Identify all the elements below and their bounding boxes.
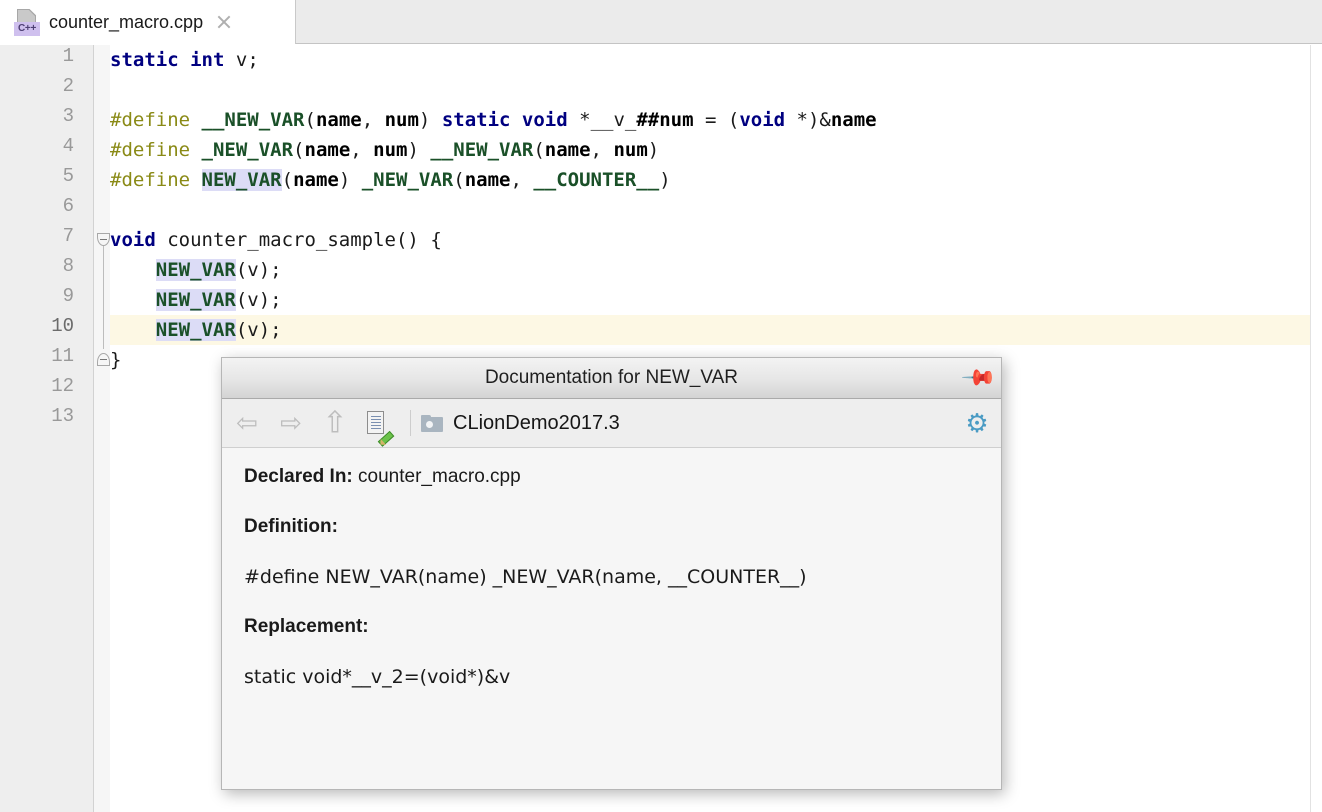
line-number: 7 bbox=[62, 225, 74, 247]
line-number: 2 bbox=[62, 75, 74, 97]
arrow-left-icon: ⇦ bbox=[236, 407, 258, 438]
code-folding-rail[interactable] bbox=[94, 45, 110, 812]
editor-tab-label: counter_macro.cpp bbox=[49, 11, 204, 32]
line-number: 5 bbox=[62, 165, 74, 187]
definition-label: Definition: bbox=[244, 516, 338, 537]
edit-source-button[interactable] bbox=[360, 404, 398, 447]
documentation-popup-title: Documentation for NEW_VAR bbox=[484, 367, 739, 388]
definition-code: #define NEW_VAR(name) _NEW_VAR(name, __C… bbox=[244, 566, 807, 588]
declared-in-row: Declared In: counter_macro.cpp bbox=[244, 464, 979, 490]
line-number-current: 10 bbox=[51, 315, 74, 337]
gear-icon[interactable]: ⚙ bbox=[961, 407, 993, 439]
toolbar-separator bbox=[410, 410, 411, 436]
editor-tab-counter-macro-cpp[interactable]: C++ counter_macro.cpp bbox=[0, 0, 296, 44]
code-line-5: #define NEW_VAR(name) _NEW_VAR(name, __C… bbox=[110, 169, 671, 191]
close-icon[interactable] bbox=[215, 13, 233, 31]
documentation-popup-toolbar: ⇦ ⇨ ⇧ CLionDemo2017.3 ⚙ bbox=[222, 399, 1001, 448]
forward-button[interactable]: ⇨ bbox=[272, 404, 310, 442]
back-button[interactable]: ⇦ bbox=[228, 404, 266, 442]
line-number: 1 bbox=[62, 45, 74, 67]
code-line-11: } bbox=[110, 349, 122, 371]
code-line-7: void counter_macro_sample() { bbox=[110, 229, 442, 251]
documentation-popup-body[interactable]: Declared In: counter_macro.cpp Definitio… bbox=[222, 448, 1001, 789]
line-number: 13 bbox=[51, 405, 74, 427]
line-number: 4 bbox=[62, 135, 74, 157]
editor-marker-bar[interactable] bbox=[1310, 45, 1322, 812]
line-number: 9 bbox=[62, 285, 74, 307]
declared-in-label: Declared In: bbox=[244, 466, 353, 487]
code-line-8: NEW_VAR(v); bbox=[155, 259, 282, 281]
arrow-up-icon: ⇧ bbox=[322, 406, 348, 440]
code-line-1: static int v; bbox=[110, 49, 259, 71]
line-number: 11 bbox=[51, 345, 74, 367]
arrow-right-icon: ⇨ bbox=[280, 407, 302, 438]
edit-source-icon bbox=[367, 411, 395, 447]
replacement-label: Replacement: bbox=[244, 616, 369, 637]
code-line-9: NEW_VAR(v); bbox=[155, 289, 282, 311]
editor-tab-bar: C++ counter_macro.cpp bbox=[0, 0, 1322, 44]
line-number: 6 bbox=[62, 195, 74, 217]
line-number: 8 bbox=[62, 255, 74, 277]
documentation-popup-title-bar: Documentation for NEW_VAR 📌 bbox=[222, 358, 1001, 399]
documentation-popup[interactable]: Documentation for NEW_VAR 📌 ⇦ ⇨ ⇧ CLionD… bbox=[221, 357, 1002, 790]
line-number: 12 bbox=[51, 375, 74, 397]
line-number: 3 bbox=[62, 105, 74, 127]
pin-icon[interactable]: 📌 bbox=[961, 359, 998, 396]
editor-gutter[interactable]: 1 2 3 4 5 6 7 8 9 10 11 12 13 bbox=[0, 45, 94, 812]
code-line-4: #define _NEW_VAR(name, num) __NEW_VAR(na… bbox=[110, 139, 660, 161]
code-line-3: #define __NEW_VAR(name, num) static void… bbox=[110, 109, 877, 131]
clion-editor-window: C++ counter_macro.cpp 1 2 3 4 5 6 7 8 9 … bbox=[0, 0, 1322, 812]
cpp-file-icon: C++ bbox=[14, 8, 40, 36]
module-breadcrumb[interactable]: CLionDemo2017.3 bbox=[421, 412, 620, 435]
folder-icon bbox=[421, 414, 443, 432]
module-name-label: CLionDemo2017.3 bbox=[453, 411, 620, 434]
fold-region-line bbox=[103, 241, 104, 349]
fold-end-icon[interactable] bbox=[97, 353, 110, 366]
fold-expanded-icon[interactable] bbox=[97, 233, 110, 246]
cpp-file-type-badge: C++ bbox=[14, 22, 40, 36]
replacement-code: static void*__v_2=(void*)&v bbox=[244, 666, 511, 688]
code-line-10: NEW_VAR(v); bbox=[155, 319, 282, 341]
declared-in-value: counter_macro.cpp bbox=[358, 466, 521, 487]
go-up-button[interactable]: ⇧ bbox=[316, 404, 354, 442]
